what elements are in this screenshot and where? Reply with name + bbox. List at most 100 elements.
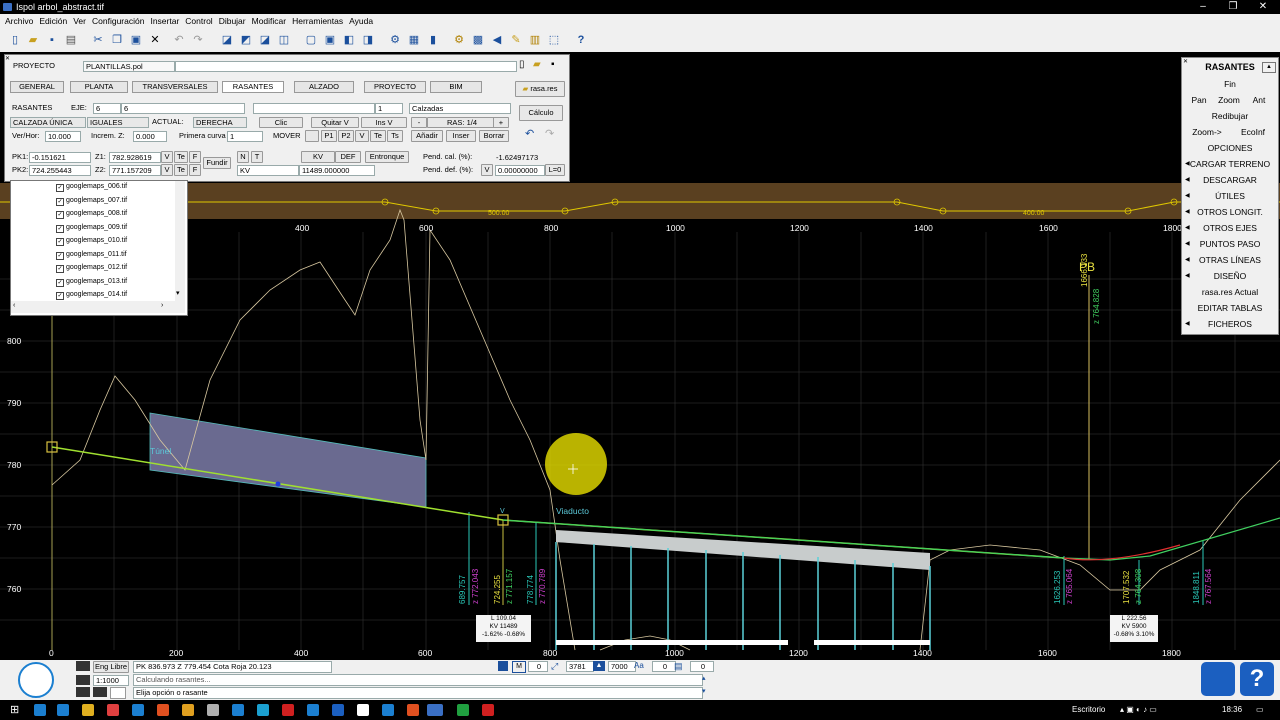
menu-ayuda[interactable]: Ayuda [346,14,376,29]
eje-select[interactable]: 6 [121,103,245,114]
snap-icon[interactable] [76,661,90,671]
app-icon-7[interactable] [207,704,219,716]
eje-field-1[interactable]: 6 [93,103,121,114]
maximize-icon[interactable]: ❐ [1218,0,1248,14]
p1-button[interactable]: P1 [321,130,337,142]
borrar-button[interactable]: Borrar [479,130,509,142]
delete-icon[interactable]: ✕ [148,33,162,47]
folder-icon[interactable] [82,704,94,716]
menu-configuracion[interactable]: Configuración [89,14,147,29]
scale-icon[interactable] [76,675,90,685]
app-icon-5[interactable] [157,704,169,716]
ant-button[interactable]: Ant [1244,93,1274,107]
minimize-icon[interactable]: – [1188,0,1218,14]
text-size-icon[interactable]: Aa [634,661,648,671]
app-icon-6[interactable] [182,704,194,716]
calzada-unica-select[interactable]: CALZADA ÚNICA [10,117,86,128]
windows-start-icon[interactable]: ⊞ [10,704,22,716]
field-a[interactable]: 0 [528,661,548,672]
layer-checkbox[interactable]: ✓ [56,211,64,219]
increm-field[interactable]: 0.000 [133,131,167,142]
z1-field[interactable]: 782.928619 [109,152,161,163]
chevron-left-icon[interactable]: ‹ [13,302,15,309]
tool3-icon[interactable]: ▮ [426,33,440,47]
ispol-taskbar-icon[interactable] [427,704,443,716]
app-icon-13[interactable] [357,704,369,716]
menu-archivo[interactable]: Archivo [0,14,36,29]
kv-select[interactable]: KV [237,165,299,176]
f2-button[interactable]: F [189,164,201,176]
layer-checkbox[interactable]: ✓ [56,198,64,206]
derecha-select[interactable]: DERECHA [193,117,247,128]
paste-icon[interactable]: ▣ [129,33,143,47]
app-icon-12[interactable] [332,704,344,716]
ras-next-button[interactable]: + [493,117,509,128]
pk1-field[interactable]: -0.151621 [29,152,91,163]
new-file-icon[interactable]: ▯ [519,59,525,70]
undo-icon[interactable]: ↶ [525,127,534,140]
iguales-select[interactable]: IGUALES [87,117,149,128]
te-button[interactable]: Te [370,130,386,142]
redo-icon[interactable]: ↷ [545,127,554,140]
menu-ver[interactable]: Ver [70,14,89,29]
field-d[interactable]: 0 [652,661,676,672]
tab-bim[interactable]: BIM [430,81,482,93]
layer-item[interactable]: googlemaps_014.tif [66,290,127,300]
app-icon-14[interactable] [382,704,394,716]
escritorio-label[interactable]: Escritorio [1072,705,1105,714]
save-icon[interactable]: ▪ [551,59,555,70]
otros-ejes-button[interactable]: ◀ OTROS EJES [1184,221,1276,235]
tool-toggle-icon[interactable] [93,687,107,697]
layer-checkbox[interactable]: ✓ [56,225,64,233]
puntos-paso-button[interactable]: ◀ PUNTOS PASO [1184,237,1276,251]
view1-icon[interactable]: ◪ [220,33,234,47]
n-button[interactable]: N [237,151,249,163]
layer-checkbox[interactable]: ✓ [56,279,64,287]
primera-curva-field[interactable]: 1 [227,131,263,142]
zoom-next-icon[interactable]: ◨ [361,33,375,47]
menu-modificar[interactable]: Modificar [249,14,289,29]
calzadas-select[interactable]: Calzadas [409,103,511,114]
layer-item[interactable]: googlemaps_011.tif [66,250,127,260]
def-button[interactable]: DEF [335,151,361,163]
editar-tablas-button[interactable]: EDITAR TABLAS [1184,301,1276,315]
proyecto-path-field[interactable] [175,61,517,72]
anadir-button[interactable]: Añadir [411,130,443,142]
zoom-window-icon[interactable]: ▢ [304,33,318,47]
eje-select-2[interactable] [253,103,375,114]
layer-checkbox[interactable]: ✓ [56,184,64,192]
app-icon-17[interactable] [482,704,494,716]
image-icon[interactable]: ▩ [471,33,485,47]
app-icon-9[interactable] [257,704,269,716]
open-folder-icon[interactable]: ▰ [26,33,40,47]
pk2-field[interactable]: 724.255443 [29,165,91,176]
layer-checkbox[interactable]: ✓ [56,252,64,260]
open-folder-icon[interactable]: ▰ [533,59,541,70]
layer-icon[interactable]: ▥ [528,33,542,47]
p2-button[interactable]: P2 [338,130,354,142]
ecoinf-button[interactable]: EcoInf [1230,125,1276,139]
view3-icon[interactable]: ◪ [258,33,272,47]
pend-def-field[interactable]: 0.00000000 [495,165,545,176]
te2-button[interactable]: Te [174,164,188,176]
chevron-down-icon[interactable]: ▾ [176,289,180,297]
tray-icons[interactable]: ▴ ▣ ◐ ♪ ▭ [1120,705,1157,714]
save-large-icon[interactable] [1201,662,1235,696]
eng-libre-toggle[interactable]: Eng Libre [93,661,129,673]
copy-icon[interactable]: ❐ [110,33,124,47]
t-button[interactable]: T [251,151,263,163]
v1-button[interactable]: V [161,151,173,163]
te1-button[interactable]: Te [174,151,188,163]
app-icon-8[interactable] [232,704,244,716]
chevron-right-icon[interactable]: › [161,302,163,309]
menu-dibujar[interactable]: Dibujar [216,14,249,29]
diseno-button[interactable]: ◀ DISEÑO [1184,269,1276,283]
f1-button[interactable]: F [189,151,201,163]
view2-icon[interactable]: ◩ [239,33,253,47]
entronque-button[interactable]: Entronque [365,151,409,163]
undo-icon[interactable]: ↶ [172,33,186,47]
field-c[interactable]: 7000 [608,661,636,672]
layer-checkbox[interactable]: ✓ [56,292,64,300]
calculo-button[interactable]: Cálculo [519,105,563,121]
zoom-button[interactable]: Zoom [1214,93,1244,107]
